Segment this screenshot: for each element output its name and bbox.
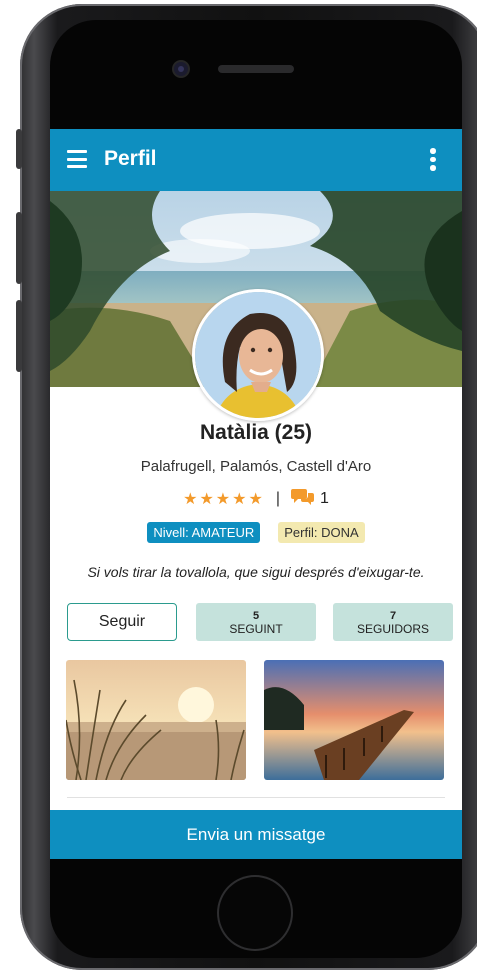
level-badge: Nivell: AMATEUR xyxy=(147,522,261,543)
star-rating: ★★★★★ xyxy=(183,490,265,508)
earpiece-speaker xyxy=(218,65,294,73)
profile-location: Palafrugell, Palamós, Castell d'Aro xyxy=(140,458,372,475)
more-vert-icon[interactable] xyxy=(429,148,437,172)
rating-separator: | xyxy=(275,489,280,507)
app-bar: Perfil xyxy=(50,129,462,191)
following-label: SEGUINT xyxy=(229,622,283,636)
profile-quote: Si vols tirar la tovallola, que sigui de… xyxy=(87,564,425,580)
rating-row: ★★★★★ | 1 xyxy=(50,487,462,510)
front-camera xyxy=(174,62,188,76)
comments-icon[interactable] xyxy=(290,487,315,510)
volume-up-button xyxy=(16,212,22,284)
comments-count: 1 xyxy=(319,489,329,507)
profile-avatar[interactable] xyxy=(192,289,324,421)
following-button[interactable]: 5 SEGUINT xyxy=(196,603,316,641)
app-screen: Perfil Natàlia (25) Palafrugell, Palamós… xyxy=(50,129,462,859)
home-button[interactable] xyxy=(219,877,291,949)
gallery-photo-beach[interactable] xyxy=(66,660,246,780)
followers-label: SEGUIDORS xyxy=(356,622,429,636)
profile-name: Natàlia (25) xyxy=(199,421,313,444)
badges-row: Nivell: AMATEUR Perfil: DONA xyxy=(50,522,462,543)
send-message-button[interactable]: Envia un missatge xyxy=(50,810,462,859)
volume-down-button xyxy=(16,300,22,372)
profile-type-badge: Perfil: DONA xyxy=(278,522,365,543)
mute-switch xyxy=(16,129,22,169)
gallery-photo-pier[interactable] xyxy=(264,660,444,780)
follow-button[interactable]: Seguir xyxy=(67,603,177,641)
content-divider xyxy=(67,797,445,798)
followers-button[interactable]: 7 SEGUIDORS xyxy=(333,603,453,641)
page-title: Perfil xyxy=(104,147,157,170)
hamburger-menu-icon[interactable] xyxy=(67,150,87,168)
